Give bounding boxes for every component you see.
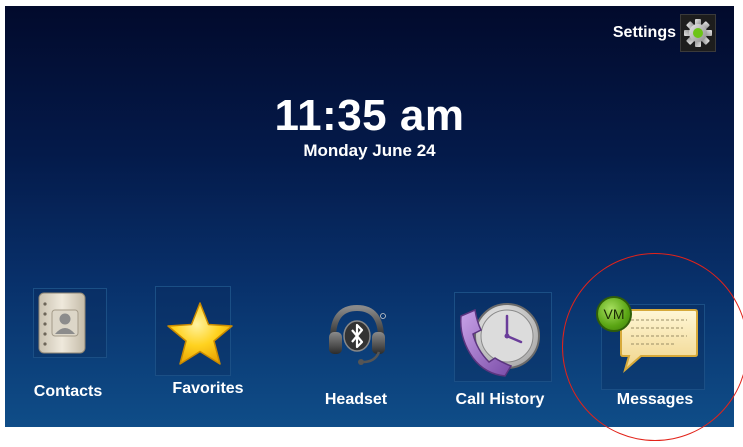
app-label: Call History bbox=[455, 391, 545, 408]
home-screen: Settings 11:35 am Monday June 24 Contact… bbox=[5, 6, 734, 427]
app-label: Contacts bbox=[33, 383, 103, 400]
clock-phone-icon bbox=[455, 296, 553, 385]
bluetooth-headset-icon bbox=[325, 302, 389, 373]
settings-button[interactable]: Settings bbox=[613, 14, 716, 52]
app-label: Favorites bbox=[172, 380, 244, 397]
app-call-history[interactable]: Call History bbox=[435, 292, 565, 408]
app-favorites[interactable]: Favorites bbox=[155, 286, 261, 406]
address-book-icon bbox=[37, 292, 87, 359]
current-time: 11:35 am bbox=[274, 91, 465, 140]
app-headset[interactable]: Headset bbox=[305, 298, 407, 408]
app-contacts[interactable]: Contacts bbox=[23, 288, 113, 408]
app-label: Messages bbox=[616, 391, 694, 408]
voicemail-badge: VM bbox=[596, 296, 632, 332]
current-date: Monday June 24 bbox=[303, 141, 436, 160]
app-messages[interactable]: VM Messages bbox=[591, 292, 707, 408]
clock-display: 11:35 am Monday June 24 bbox=[5, 94, 734, 161]
settings-label: Settings bbox=[612, 24, 676, 41]
app-label: Headset bbox=[324, 391, 388, 408]
gear-icon bbox=[680, 14, 716, 52]
star-icon bbox=[165, 301, 235, 372]
